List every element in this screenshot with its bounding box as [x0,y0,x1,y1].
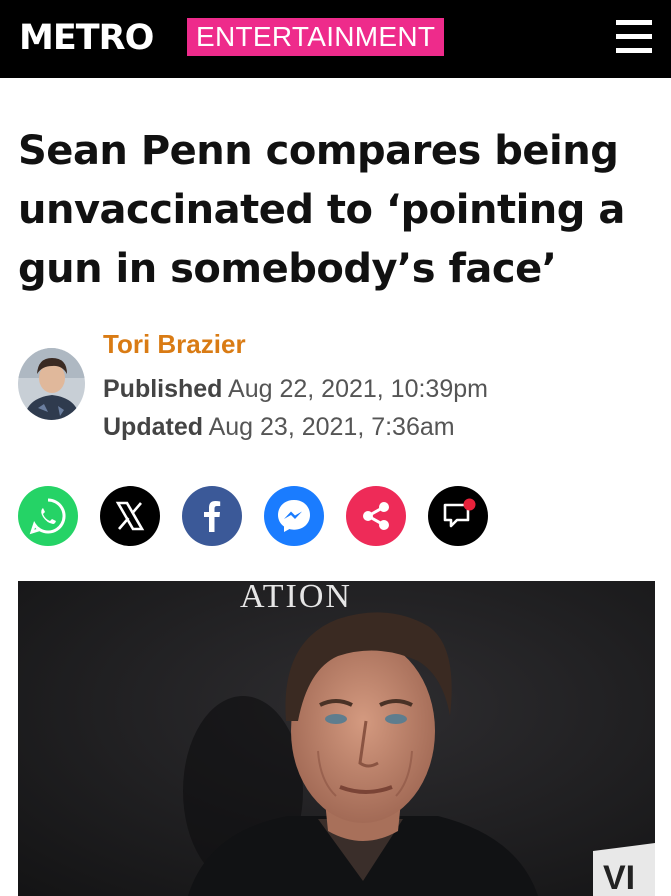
x-share-button[interactable] [100,486,160,546]
x-icon [115,501,145,531]
article-headline: Sean Penn compares being unvaccinated to… [18,128,625,292]
author-avatar[interactable] [18,348,85,420]
facebook-share-button[interactable] [182,486,242,546]
messenger-share-button[interactable] [264,486,324,546]
whatsapp-icon [29,498,66,535]
updated-value: Aug 23, 2021, 7:36am [208,413,455,441]
comments-button[interactable] [428,486,488,546]
metro-logo[interactable]: METRO [19,16,154,60]
updated-label: Updated [103,413,203,441]
hero-image: ATION VI [18,581,655,896]
published-date: Published Aug 22, 2021, 10:39pm [103,373,488,405]
corner-text: VI [603,859,635,896]
whatsapp-share-button[interactable] [18,486,78,546]
facebook-icon [204,501,221,532]
published-label: Published [103,375,223,403]
published-value: Aug 22, 2021, 10:39pm [228,375,488,403]
author-name[interactable]: Tori Brazier [103,328,246,360]
updated-date: Updated Aug 23, 2021, 7:36am [103,411,455,443]
share-icon [363,502,389,530]
backdrop-text: ATION [240,581,352,615]
comments-icon [443,498,476,528]
site-header: METRO ENTERTAINMENT [0,0,671,78]
share-button[interactable] [346,486,406,546]
section-badge[interactable]: ENTERTAINMENT [187,18,445,56]
hamburger-menu-icon[interactable] [616,20,652,54]
messenger-icon [278,500,310,532]
